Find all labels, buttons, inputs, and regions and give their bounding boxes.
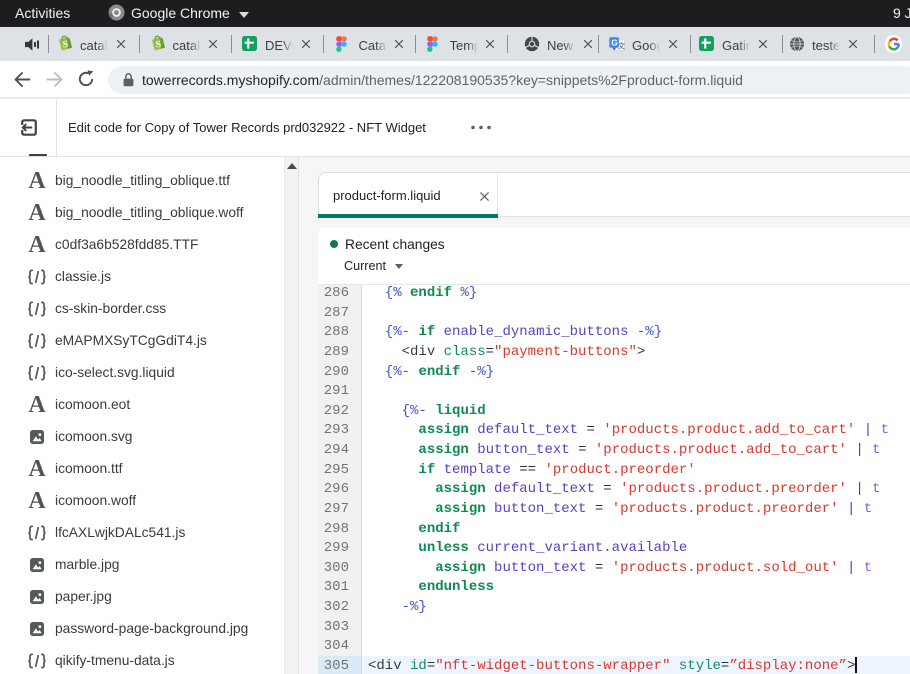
svg-text:G: G bbox=[611, 38, 618, 48]
svg-text:S: S bbox=[62, 40, 68, 50]
svg-text:S: S bbox=[155, 40, 161, 50]
